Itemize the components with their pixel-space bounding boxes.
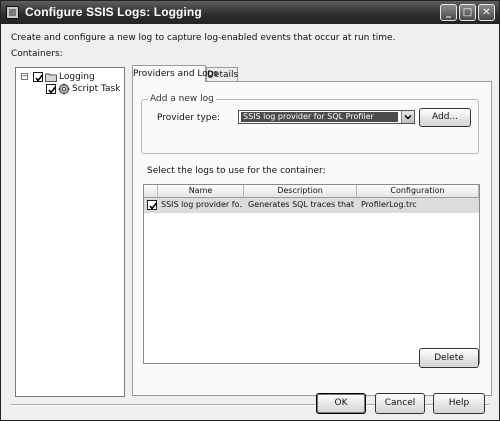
- containers-tree[interactable]: − Logging Script Task: [15, 67, 125, 397]
- script-task-icon: [58, 83, 70, 95]
- cancel-button[interactable]: Cancel: [375, 393, 425, 414]
- containers-label: Containers:: [11, 49, 63, 59]
- log-description-cell: Generates SQL traces that ...: [248, 200, 355, 209]
- dialog-body: Create and configure a new log to captur…: [1, 24, 499, 420]
- log-configuration-cell[interactable]: ProfilerLog.trc: [361, 200, 476, 209]
- log-name-cell: SSIS log provider fo...: [161, 200, 243, 209]
- add-log-button[interactable]: Add...: [419, 108, 471, 127]
- intro-text: Create and configure a new log to captur…: [11, 33, 396, 43]
- logs-instruction: Select the logs to use for the container…: [147, 166, 326, 176]
- ok-button[interactable]: OK: [316, 393, 366, 414]
- tab-providers-and-logs[interactable]: Providers and Logs: [132, 65, 218, 82]
- logs-grid[interactable]: Name Description Configuration SSIS log …: [143, 184, 480, 364]
- column-header-name[interactable]: Name: [158, 185, 244, 198]
- provider-type-dropdown[interactable]: SSIS log provider for SQL Profiler: [238, 110, 415, 124]
- delete-button[interactable]: Delete: [419, 348, 479, 368]
- grid-corner-header: [144, 185, 158, 198]
- tree-item-script-task[interactable]: Script Task: [72, 84, 120, 94]
- chevron-down-icon: [404, 114, 412, 120]
- log-row-checkbox[interactable]: [147, 200, 158, 210]
- configure-ssis-logs-dialog: Configure SSIS Logs: Logging _ □ ✕ Creat…: [0, 0, 500, 421]
- folder-icon: [45, 73, 57, 82]
- provider-type-value: SSIS log provider for SQL Profiler: [241, 112, 398, 122]
- window-title: Configure SSIS Logs: Logging: [25, 5, 202, 19]
- add-log-group-label: Add a new log: [148, 94, 216, 104]
- help-button[interactable]: Help: [433, 393, 485, 414]
- logging-checkbox[interactable]: [33, 72, 44, 82]
- close-button[interactable]: ✕: [478, 4, 495, 21]
- table-row[interactable]: SSIS log provider fo... Generates SQL tr…: [144, 198, 479, 213]
- tree-item-logging[interactable]: Logging: [59, 72, 95, 82]
- column-header-description[interactable]: Description: [244, 185, 357, 198]
- title-bar[interactable]: Configure SSIS Logs: Logging _ □ ✕: [1, 1, 499, 24]
- minimize-button[interactable]: _: [440, 4, 457, 21]
- dropdown-arrow-button[interactable]: [401, 111, 414, 123]
- maximize-button[interactable]: □: [459, 4, 476, 21]
- app-icon: [6, 6, 19, 19]
- script-task-checkbox[interactable]: [46, 84, 57, 94]
- collapse-icon[interactable]: −: [21, 73, 28, 80]
- provider-type-label: Provider type:: [157, 113, 221, 123]
- column-header-configuration[interactable]: Configuration: [357, 185, 479, 198]
